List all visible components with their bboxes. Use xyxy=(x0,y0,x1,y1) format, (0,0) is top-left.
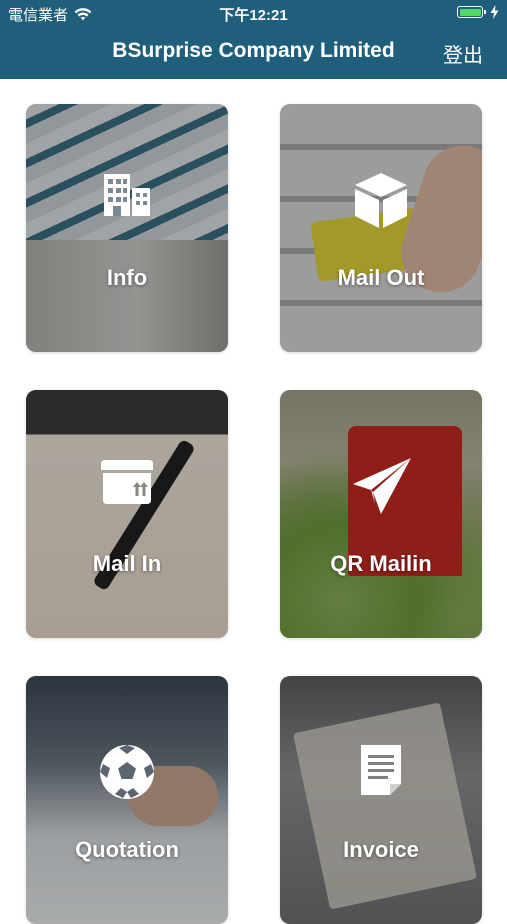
tile-label: QR Mailin xyxy=(330,551,432,576)
tile-label: Quotation xyxy=(75,837,179,862)
menu-grid: Info Mail Out Mail In QR Mailin Quotatio… xyxy=(0,79,507,924)
tile-invoice[interactable]: Invoice xyxy=(280,676,482,924)
battery-icon xyxy=(457,6,486,18)
status-bar: 電信業者 下午12:21 xyxy=(0,0,507,26)
document-icon xyxy=(361,745,401,795)
tile-label: Mail Out xyxy=(337,265,425,290)
tile-quotation[interactable]: Quotation xyxy=(26,676,228,924)
status-time: 下午12:21 xyxy=(219,7,288,24)
page-title: BSurprise Company Limited xyxy=(112,39,395,62)
logout-button[interactable]: 登出 xyxy=(443,39,483,68)
building-icon xyxy=(104,174,150,216)
nav-bar: BSurprise Company Limited 登出 xyxy=(0,26,507,79)
tile-mail-in[interactable]: Mail In xyxy=(26,390,228,638)
box-icon xyxy=(355,173,407,228)
tile-info[interactable]: Info xyxy=(26,104,228,352)
battery-group xyxy=(457,5,499,19)
paper-plane-icon xyxy=(353,458,411,514)
tile-label: Info xyxy=(106,265,148,290)
charging-bolt-icon xyxy=(490,5,499,19)
tile-label: Invoice xyxy=(343,837,419,862)
tile-label: Mail In xyxy=(92,551,162,576)
tile-qr-mailin[interactable]: QR Mailin xyxy=(280,390,482,638)
soccer-ball-icon xyxy=(100,745,154,799)
tile-mail-out[interactable]: Mail Out xyxy=(280,104,482,352)
package-icon xyxy=(101,460,153,504)
